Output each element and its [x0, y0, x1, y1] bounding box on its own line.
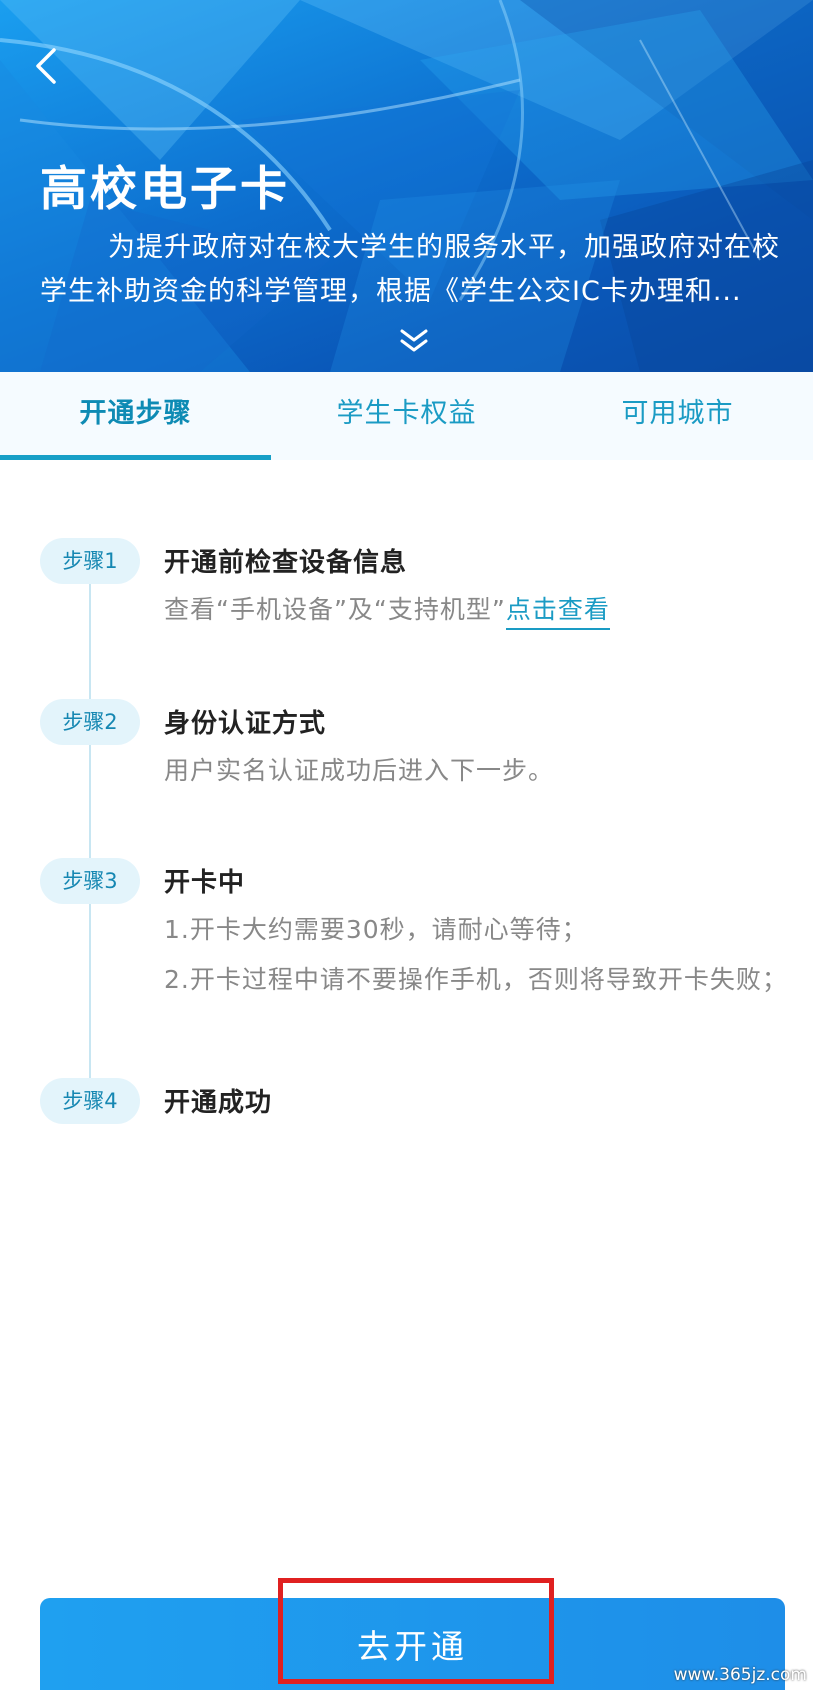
- step-description: 查看“手机设备”及“支持机型”点击查看: [164, 588, 813, 632]
- step-badge: 步骤3: [40, 858, 140, 904]
- tab-available-cities[interactable]: 可用城市: [542, 372, 813, 460]
- step-badge: 步骤2: [40, 699, 140, 745]
- watermark-text: www.365jz.com: [673, 1665, 807, 1685]
- step-title: 身份认证方式: [164, 709, 327, 739]
- step-description-line-2: 2.开卡过程中请不要操作手机，否则将导致开卡失败；: [164, 965, 788, 994]
- tab-student-card-benefits[interactable]: 学生卡权益: [271, 372, 542, 460]
- tab-bar: 开通步骤 学生卡权益 可用城市: [0, 372, 813, 460]
- card-description: 为提升政府对在校大学生的服务水平，加强政府对在校学生补助资金的科学管理，根据《学…: [40, 232, 780, 307]
- double-chevron-down-icon: [400, 329, 428, 352]
- expand-description-button[interactable]: [394, 326, 434, 356]
- timeline-line: [89, 555, 91, 1100]
- page-title: 高校电子卡: [40, 162, 290, 217]
- back-button[interactable]: [26, 42, 70, 90]
- step-description-text: 查看“手机设备”及“支持机型”: [164, 595, 506, 624]
- step-badge: 步骤4: [40, 1078, 140, 1124]
- header-banner: 高校电子卡 为提升政府对在校大学生的服务水平，加强政府对在校学生补助资金的科学管…: [0, 0, 813, 372]
- step-title: 开通成功: [164, 1088, 273, 1118]
- view-supported-models-link[interactable]: 点击查看: [505, 595, 610, 630]
- step-badge: 步骤1: [40, 538, 140, 584]
- step-title: 开卡中: [164, 868, 246, 898]
- step-title: 开通前检查设备信息: [164, 548, 408, 578]
- step-description-line-1: 1.开卡大约需要30秒，请耐心等待；: [164, 915, 588, 944]
- chevron-left-icon: [36, 48, 56, 84]
- tab-open-steps[interactable]: 开通步骤: [0, 372, 271, 460]
- step-description: 用户实名认证成功后进入下一步。: [164, 756, 555, 785]
